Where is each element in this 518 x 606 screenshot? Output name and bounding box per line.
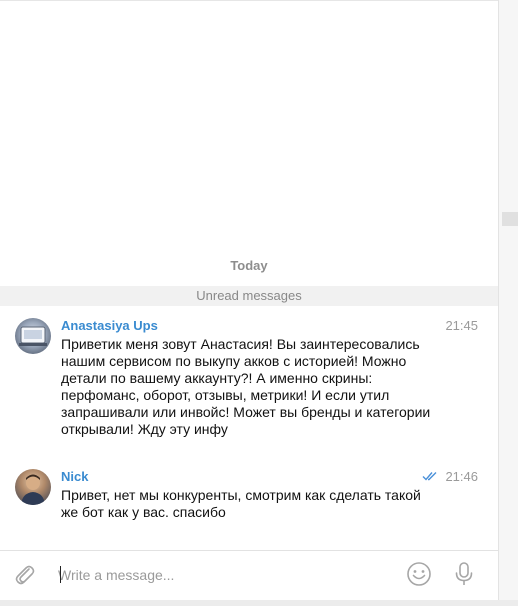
message-history[interactable]: Today Unread messages Anastasiya Ups 21:… bbox=[0, 0, 498, 550]
scrollbar-thumb[interactable] bbox=[502, 212, 518, 226]
message-item[interactable]: Anastasiya Ups 21:45 Приветик меня зовут… bbox=[0, 318, 498, 458]
avatar[interactable] bbox=[15, 469, 51, 505]
scrollbar[interactable] bbox=[498, 0, 518, 606]
date-separator: Today bbox=[230, 258, 268, 273]
window-bottom-edge bbox=[0, 600, 518, 606]
unread-messages-separator: Unread messages bbox=[0, 286, 498, 306]
sender-name[interactable]: Nick bbox=[61, 469, 88, 484]
paperclip-icon[interactable] bbox=[12, 562, 38, 588]
smiley-icon[interactable] bbox=[406, 561, 432, 587]
message-item[interactable]: Nick 21:46 Привет, нет мы конкуренты, см… bbox=[0, 469, 498, 529]
message-text: Привет, нет мы конкуренты, смотрим как с… bbox=[61, 487, 421, 520]
avatar-photo-icon bbox=[19, 326, 47, 346]
message-composer bbox=[0, 550, 498, 600]
avatar-photo-icon bbox=[21, 474, 45, 505]
message-input[interactable] bbox=[58, 563, 388, 587]
avatar[interactable] bbox=[15, 318, 51, 354]
double-check-icon bbox=[422, 472, 437, 481]
message-text: Приветик меня зовут Анастасия! Вы заинте… bbox=[61, 336, 431, 437]
sender-name[interactable]: Anastasiya Ups bbox=[61, 318, 158, 333]
chat-window: Today Unread messages Anastasiya Ups 21:… bbox=[0, 0, 518, 606]
text-cursor bbox=[60, 566, 61, 583]
message-time: 21:45 bbox=[445, 318, 478, 333]
microphone-icon[interactable] bbox=[454, 561, 474, 587]
message-time: 21:46 bbox=[445, 469, 478, 484]
top-divider bbox=[0, 0, 498, 1]
